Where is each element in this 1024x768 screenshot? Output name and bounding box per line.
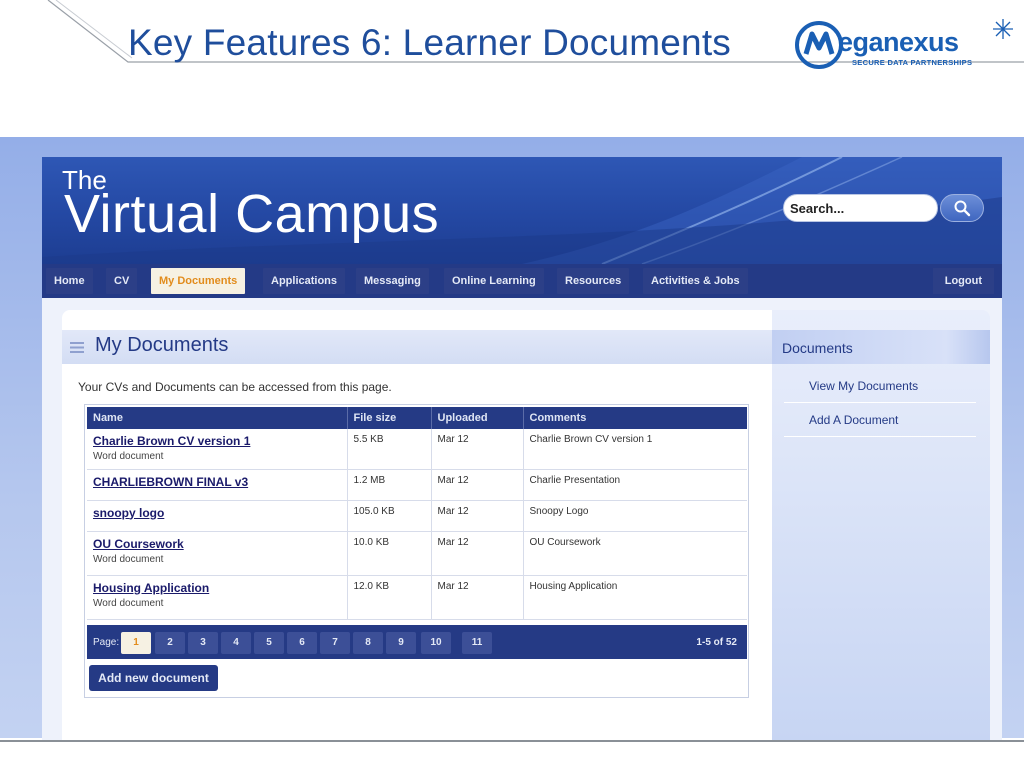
table-row: snoopy logo 105.0 KB Mar 12 Snoopy Logo	[87, 500, 747, 532]
main-nav: Home CV My Documents Applications Messag…	[42, 264, 1002, 298]
table-row: OU Coursework Word document 10.0 KB Mar 1…	[87, 531, 747, 576]
pagination: Page: 1 2 3 4 5 6 7 8 9 10 11 1-5 of 52	[87, 625, 747, 659]
sidebar-link-add-document[interactable]: Add A Document	[784, 403, 976, 437]
page-10-button[interactable]: 10	[421, 632, 451, 654]
document-type: Word document	[93, 553, 164, 565]
menu-lines-icon	[70, 342, 84, 353]
search-icon	[954, 200, 971, 217]
search-button[interactable]	[940, 194, 984, 222]
name-cell: CHARLIEBROWN FINAL v3	[87, 469, 348, 501]
site-banner: The Virtual Campus	[42, 157, 1002, 264]
virtual-campus-site: The Virtual Campus Home CV My Documents …	[42, 157, 1002, 740]
size-cell: 1.2 MB	[347, 469, 432, 501]
name-cell: Housing Application Word document	[87, 575, 348, 620]
name-cell: OU Coursework Word document	[87, 531, 348, 576]
table-header-row: Name File size Uploaded Comments	[87, 407, 747, 429]
comments-cell: Housing Application	[523, 575, 747, 620]
svg-text:eganexus: eganexus	[838, 27, 959, 57]
page-1-button[interactable]: 1	[121, 632, 151, 654]
logout-button[interactable]: Logout	[932, 268, 994, 294]
sidebar-title: Documents	[782, 340, 853, 356]
sidebar-header: Documents	[772, 330, 990, 364]
result-count: 1-5 of 52	[696, 637, 737, 648]
content-header: My Documents	[62, 330, 772, 364]
intro-text: Your CVs and Documents can be accessed f…	[78, 380, 392, 394]
add-document-button[interactable]: Add new document	[89, 665, 218, 691]
col-comments[interactable]: Comments	[523, 407, 747, 429]
content-panel: My Documents Your CVs and Documents can …	[62, 310, 772, 740]
nav-resources[interactable]: Resources	[557, 268, 630, 294]
nav-messaging[interactable]: Messaging	[356, 268, 429, 294]
table-row: Housing Application Word document 12.0 KB…	[87, 575, 747, 620]
col-name[interactable]: Name	[87, 407, 348, 429]
documents-table: Name File size Uploaded Comments Charlie…	[84, 404, 749, 698]
col-uploaded[interactable]: Uploaded	[431, 407, 524, 429]
page-3-button[interactable]: 3	[188, 632, 218, 654]
page-6-button[interactable]: 6	[287, 632, 317, 654]
page-8-button[interactable]: 8	[353, 632, 383, 654]
nav-home[interactable]: Home	[46, 268, 93, 294]
uploaded-cell: Mar 12	[431, 469, 524, 501]
comments-cell: OU Coursework	[523, 531, 747, 576]
sidebar-link-view-documents[interactable]: View My Documents	[784, 369, 976, 403]
slide-title: Key Features 6: Learner Documents	[128, 22, 732, 63]
footer-divider	[0, 740, 1024, 742]
search-box	[783, 194, 938, 222]
table-row: CHARLIEBROWN FINAL v3 1.2 MB Mar 12 Char…	[87, 469, 747, 501]
pager-label: Page:	[93, 637, 120, 648]
table-row: Charlie Brown CV version 1 Word document …	[87, 429, 747, 470]
size-cell: 10.0 KB	[347, 531, 432, 576]
size-cell: 105.0 KB	[347, 500, 432, 532]
nav-online-learning[interactable]: Online Learning	[444, 268, 544, 294]
brand-title: Virtual Campus	[64, 184, 440, 244]
document-link[interactable]: CHARLIEBROWN FINAL v3	[93, 475, 248, 489]
document-link[interactable]: snoopy logo	[93, 506, 164, 520]
uploaded-cell: Mar 12	[431, 575, 524, 620]
document-type: Word document	[93, 597, 164, 609]
page-4-button[interactable]: 4	[221, 632, 251, 654]
size-cell: 12.0 KB	[347, 575, 432, 620]
document-link[interactable]: OU Coursework	[93, 537, 184, 551]
uploaded-cell: Mar 12	[431, 500, 524, 532]
uploaded-cell: Mar 12	[431, 531, 524, 576]
nav-my-documents[interactable]: My Documents	[151, 268, 246, 294]
name-cell: snoopy logo	[87, 500, 348, 532]
comments-cell: Charlie Presentation	[523, 469, 747, 501]
page-2-button[interactable]: 2	[155, 632, 185, 654]
nav-applications[interactable]: Applications	[263, 268, 346, 294]
comments-cell: Snoopy Logo	[523, 500, 747, 532]
page-11-button[interactable]: 11	[462, 632, 492, 654]
comments-cell: Charlie Brown CV version 1	[523, 429, 747, 470]
nav-cv[interactable]: CV	[106, 268, 138, 294]
document-link[interactable]: Housing Application	[93, 581, 209, 595]
logo-circle-icon	[795, 21, 843, 69]
sparkle-icon	[993, 19, 1013, 39]
page-5-button[interactable]: 5	[254, 632, 284, 654]
nav-activities-jobs[interactable]: Activities & Jobs	[643, 268, 748, 294]
page-9-button[interactable]: 9	[386, 632, 416, 654]
search-input[interactable]	[790, 196, 935, 220]
name-cell: Charlie Brown CV version 1 Word document	[87, 429, 348, 470]
document-link[interactable]: Charlie Brown CV version 1	[93, 434, 250, 448]
logo-tagline: SECURE DATA PARTNERSHIPS	[852, 58, 973, 67]
uploaded-cell: Mar 12	[431, 429, 524, 470]
col-file-size[interactable]: File size	[347, 407, 432, 429]
sidebar: Documents View My Documents Add A Docume…	[772, 310, 990, 740]
document-type: Word document	[93, 451, 164, 462]
page-7-button[interactable]: 7	[320, 632, 350, 654]
page-title: My Documents	[95, 334, 229, 356]
size-cell: 5.5 KB	[347, 429, 432, 470]
meganexus-logo: eganexus SECURE DATA PARTNERSHIPS	[792, 16, 1018, 76]
slide: Key Features 6: Learner Documents eganex…	[0, 0, 1024, 768]
